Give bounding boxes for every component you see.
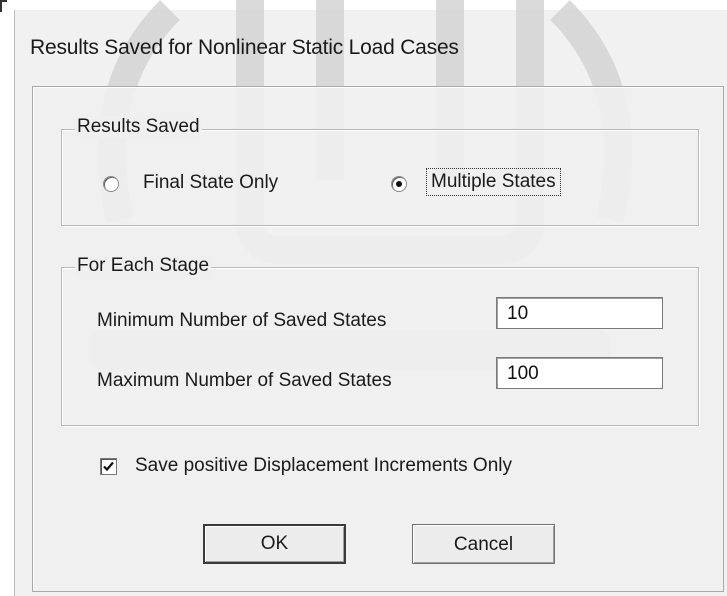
- min-saved-states-input[interactable]: 10: [496, 297, 663, 329]
- window-corner-mark: [0, 0, 7, 12]
- final-state-radio[interactable]: [103, 176, 119, 192]
- min-saved-states-label: Minimum Number of Saved States: [97, 310, 387, 331]
- final-state-label[interactable]: Final State Only: [143, 172, 278, 194]
- ok-button[interactable]: OK: [203, 524, 346, 564]
- window-title: Results Saved for Nonlinear Static Load …: [30, 36, 459, 59]
- radio-selected-dot: [396, 181, 402, 187]
- multiple-states-radio[interactable]: [391, 176, 407, 192]
- screenshot-stage: Results Saved for Nonlinear Static Load …: [0, 0, 727, 596]
- multiple-states-label[interactable]: Multiple States: [426, 168, 561, 196]
- positive-displacement-label[interactable]: Save positive Displacement Increments On…: [135, 455, 512, 477]
- for-each-stage-caption: For Each Stage: [75, 255, 212, 277]
- positive-displacement-checkbox[interactable]: [100, 458, 117, 475]
- checkmark-icon: [103, 461, 114, 472]
- cancel-button[interactable]: Cancel: [412, 524, 555, 564]
- for-each-stage-group: [61, 267, 699, 426]
- max-saved-states-label: Maximum Number of Saved States: [97, 370, 392, 391]
- max-saved-states-input[interactable]: 100: [496, 357, 663, 389]
- results-saved-caption: Results Saved: [75, 116, 202, 138]
